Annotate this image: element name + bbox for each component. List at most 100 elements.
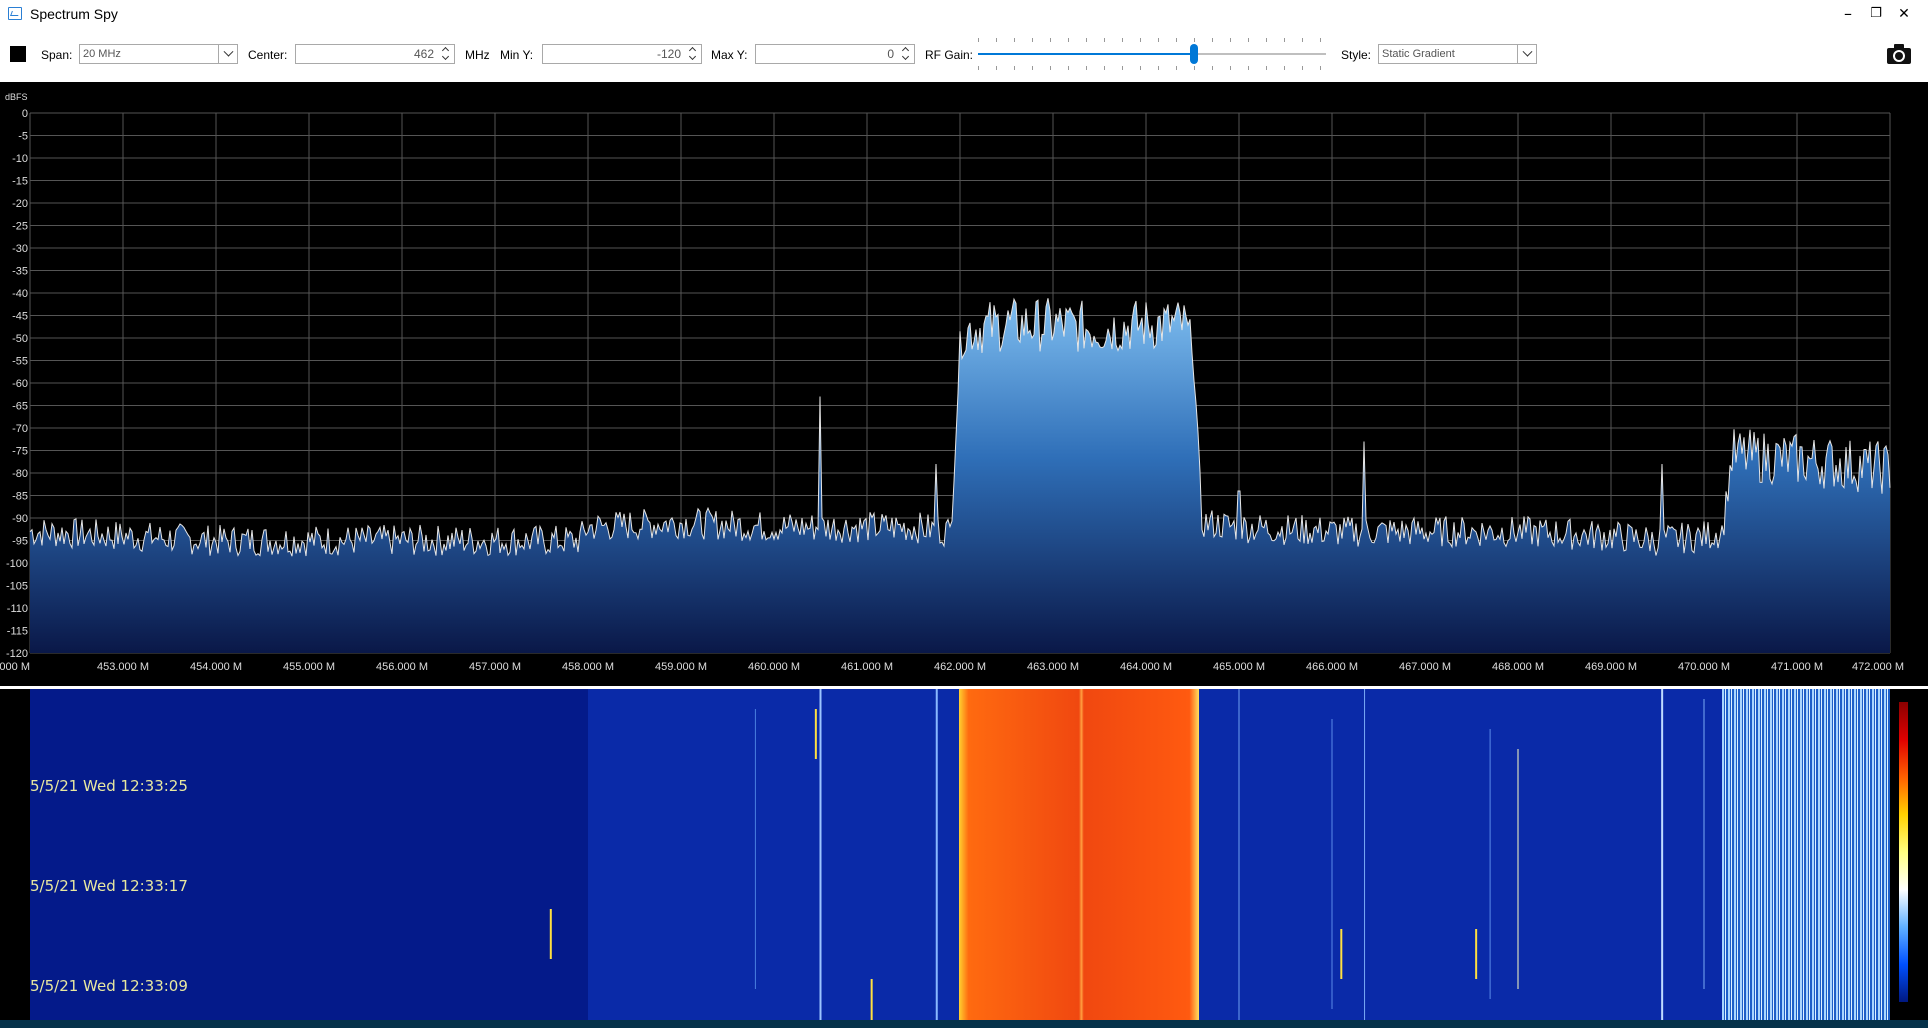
close-button[interactable]: ✕ — [1892, 2, 1916, 26]
waterfall-color-scale — [1899, 702, 1908, 1002]
spectrum-plot[interactable]: dBFS 0 -5 -10 -15 -20 -25 -30 -35 -40 -45 -50 -55 -6… — [0, 82, 1928, 686]
slider-tick — [1212, 66, 1213, 70]
waterfall-background-low — [30, 689, 588, 1020]
x-tick-label: 464.000 M — [1120, 661, 1172, 673]
x-tick-label: 460.000 M — [748, 661, 800, 673]
min-y-value: -120 — [656, 47, 681, 61]
min-y-stepper[interactable] — [685, 45, 701, 63]
y-tick-label: -95 — [12, 536, 28, 548]
x-tick-label: 457.000 M — [469, 661, 521, 673]
y-tick-label: 0 — [22, 108, 28, 120]
slider-tick — [1284, 66, 1285, 70]
slider-tick — [1320, 38, 1321, 42]
slider-tick — [1158, 38, 1159, 42]
slider-tick — [1068, 66, 1069, 70]
x-tick-label: 472.000 M — [1852, 661, 1904, 673]
title-bar: Spectrum Spy – ❐ ✕ — [0, 0, 1928, 28]
span-label: Span: — [41, 48, 73, 62]
chevron-down-icon[interactable] — [898, 54, 914, 63]
center-unit: MHz — [465, 48, 490, 62]
minimize-button[interactable]: – — [1836, 2, 1860, 26]
slider-tick — [1032, 38, 1033, 42]
center-input[interactable]: 462 — [295, 44, 455, 64]
y-tick-labels: 0 -5 -10 -15 -20 -25 -30 -35 -40 -45 -50 -55 -60 -65 -… — [6, 108, 28, 660]
slider-tick — [1122, 38, 1123, 42]
y-tick-label: -85 — [12, 491, 28, 503]
camera-icon[interactable] — [1886, 42, 1912, 66]
x-tick-label: 456.000 M — [376, 661, 428, 673]
slider-tick — [1266, 66, 1267, 70]
y-tick-label: -105 — [6, 581, 28, 593]
x-tick-label: 452.000 M — [0, 661, 30, 673]
center-stepper[interactable] — [438, 45, 454, 63]
y-tick-label: -40 — [12, 288, 28, 300]
min-y-input[interactable]: -120 — [542, 44, 702, 64]
slider-tick — [1302, 38, 1303, 42]
chevron-down-icon[interactable] — [1517, 45, 1536, 63]
y-tick-label: -75 — [12, 446, 28, 458]
style-label: Style: — [1341, 48, 1372, 62]
slider-tick — [1104, 38, 1105, 42]
x-tick-label: 454.000 M — [190, 661, 242, 673]
chevron-down-icon[interactable] — [218, 45, 237, 63]
y-tick-label: -45 — [12, 311, 28, 323]
y-tick-label: -60 — [12, 378, 28, 390]
slider-thumb[interactable] — [1189, 44, 1198, 64]
rf-gain-slider[interactable] — [976, 38, 1328, 70]
max-y-value: 0 — [887, 47, 894, 61]
waterfall-left-margin — [0, 689, 30, 1020]
app-icon — [8, 7, 22, 20]
max-y-stepper[interactable] — [898, 45, 914, 63]
chevron-down-icon[interactable] — [438, 54, 454, 63]
slider-track — [978, 53, 1194, 55]
slider-tick — [978, 38, 979, 42]
x-tick-label: 462.000 M — [934, 661, 986, 673]
waterfall-display[interactable] — [0, 689, 1928, 1020]
y-tick-label: -120 — [6, 648, 28, 660]
x-tick-label: 465.000 M — [1213, 661, 1265, 673]
x-tick-label: 469.000 M — [1585, 661, 1637, 673]
slider-tick — [1248, 38, 1249, 42]
slider-tick — [1194, 66, 1195, 70]
waterfall-signal-band — [959, 689, 1199, 1020]
y-tick-label: -115 — [7, 626, 28, 638]
waterfall-timestamp: 5/5/21 Wed 12:33:25 — [30, 777, 188, 795]
slider-tick — [1068, 38, 1069, 42]
y-tick-label: -5 — [18, 131, 28, 143]
y-tick-label: -65 — [12, 401, 28, 413]
y-tick-label: -55 — [12, 356, 28, 368]
y-tick-label: -20 — [12, 198, 28, 210]
slider-tick — [1212, 38, 1213, 42]
slider-tick — [1032, 66, 1033, 70]
slider-tick — [996, 38, 997, 42]
waterfall-timestamp: 5/5/21 Wed 12:33:17 — [30, 877, 188, 895]
max-y-input[interactable]: 0 — [755, 44, 915, 64]
x-tick-label: 458.000 M — [562, 661, 614, 673]
waterfall-timestamp: 5/5/21 Wed 12:33:09 — [30, 977, 188, 995]
y-tick-label: -35 — [12, 266, 28, 278]
slider-tick — [1014, 38, 1015, 42]
x-tick-label: 453.000 M — [97, 661, 149, 673]
y-tick-label: -80 — [12, 468, 28, 480]
y-tick-label: -15 — [12, 176, 28, 188]
chevron-down-icon[interactable] — [685, 54, 701, 63]
slider-tick — [1230, 66, 1231, 70]
span-dropdown[interactable]: 20 MHz — [79, 44, 238, 64]
x-tick-label: 467.000 M — [1399, 661, 1451, 673]
slider-tick — [1302, 66, 1303, 70]
center-value: 462 — [413, 47, 434, 61]
status-strip — [0, 1020, 1928, 1028]
y-tick-label: -25 — [12, 221, 28, 233]
y-tick-label: -30 — [12, 243, 28, 255]
slider-tick — [1176, 66, 1177, 70]
slider-tick — [1194, 38, 1195, 42]
x-tick-label: 468.000 M — [1492, 661, 1544, 673]
min-y-label: Min Y: — [500, 48, 534, 62]
x-tick-labels: 452.000 M 453.000 M 454.000 M 455.000 M 456.… — [0, 661, 1904, 673]
trace-color-swatch[interactable] — [10, 46, 26, 62]
style-dropdown[interactable]: Static Gradient — [1378, 44, 1537, 64]
slider-tick — [1140, 66, 1141, 70]
maximize-button[interactable]: ❐ — [1864, 2, 1888, 26]
slider-tick — [1320, 66, 1321, 70]
x-tick-label: 471.000 M — [1771, 661, 1823, 673]
